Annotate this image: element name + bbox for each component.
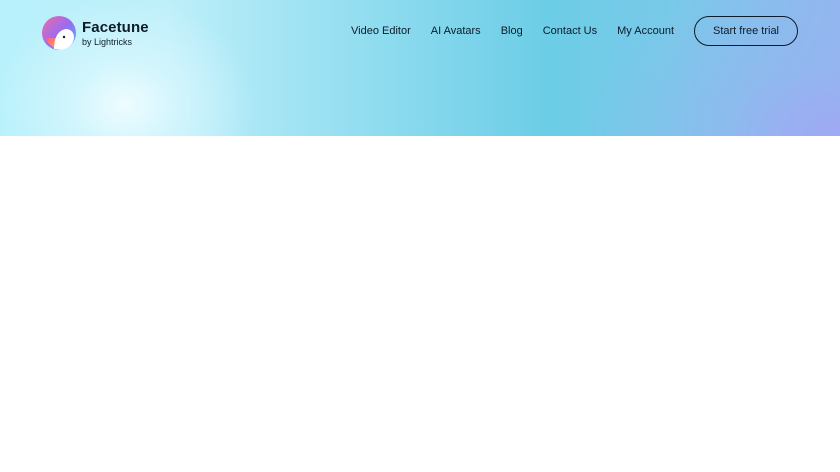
logo-text: Facetune by Lightricks [82,20,149,47]
logo-subtitle: by Lightricks [82,36,133,47]
main-content-area [0,136,840,472]
start-free-trial-button[interactable]: Start free trial [694,16,798,46]
nav-item-video-editor[interactable]: Video Editor [351,24,411,38]
hero-header: Facetune by Lightricks Video Editor AI A… [0,0,840,136]
nav-item-my-account[interactable]: My Account [617,24,674,38]
logo-name: Facetune [82,18,149,36]
facetune-logo-icon [42,16,76,50]
nav-item-blog[interactable]: Blog [501,24,523,38]
facetune-logo[interactable]: Facetune by Lightricks [42,16,149,50]
main-nav: Video Editor AI Avatars Blog Contact Us … [351,24,674,38]
nav-item-ai-avatars[interactable]: AI Avatars [431,24,481,38]
nav-item-contact-us[interactable]: Contact Us [543,24,597,38]
